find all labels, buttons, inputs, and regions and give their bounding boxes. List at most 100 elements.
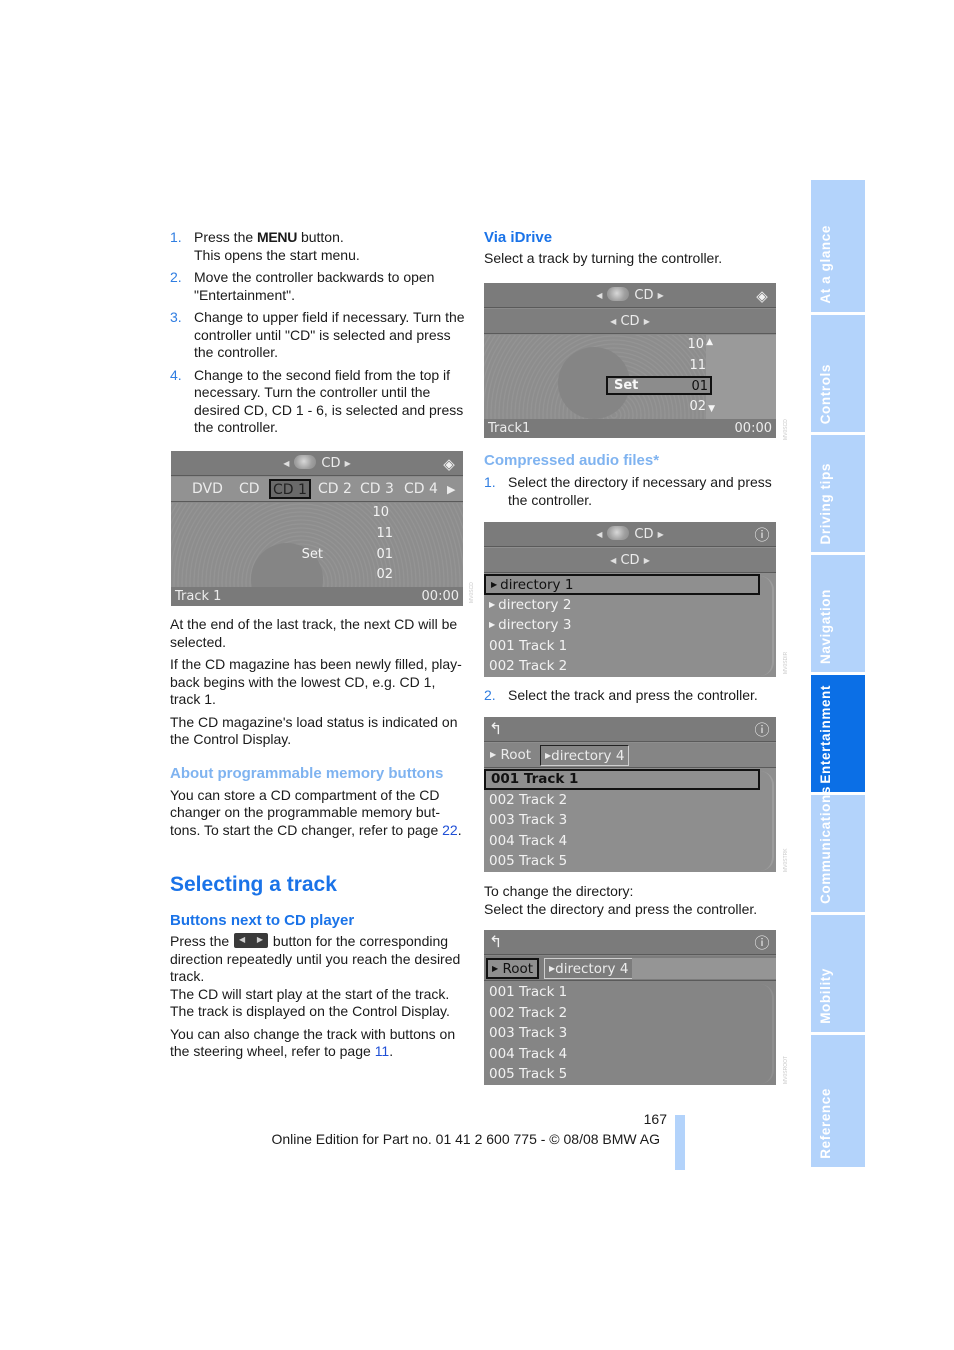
step-2: 2. Move the controller backwards to open… xyxy=(170,269,465,304)
step-text: Select the directory if necessary and pr… xyxy=(508,474,772,508)
tab-cd2[interactable]: CD 2 xyxy=(316,477,354,502)
step-1: 1. Select the directory if necessary and… xyxy=(484,474,784,509)
sub-bar: ◀ CD ▶ xyxy=(484,309,776,334)
list-item[interactable]: 005 Track 5 xyxy=(484,851,760,872)
footer-accent-bar xyxy=(675,1115,685,1170)
sub-title: CD xyxy=(620,314,640,329)
list-item[interactable]: 005 Track 5 xyxy=(484,1064,760,1085)
list-item[interactable]: 002 Track 2 xyxy=(484,1003,760,1024)
step-number: 3. xyxy=(170,309,182,325)
page-link-22[interactable]: 22 xyxy=(442,822,458,838)
left-text-lower: At the end of the last track, the next C… xyxy=(170,616,465,844)
side-tab-controls[interactable]: Controls xyxy=(811,315,865,432)
info-controller-icon: ⓘ xyxy=(754,934,770,952)
wheel-panel xyxy=(706,335,776,419)
status-bar: Track 1 00:00 xyxy=(171,587,463,606)
folder-arrow-icon: ▶ xyxy=(491,580,498,589)
scroll-down-icon: ▼ xyxy=(708,404,715,414)
paragraph: You can also change the track with butto… xyxy=(170,1025,456,1060)
list-item[interactable]: 002 Track 2 xyxy=(484,790,760,811)
breadcrumb: ▶ Root ▶directory 4 xyxy=(484,743,776,768)
status-bar: Track1 00:00 xyxy=(484,419,776,438)
track-wheel-item: 11 xyxy=(689,358,706,373)
screen-title: CD xyxy=(634,527,654,542)
side-tab-at-a-glance[interactable]: At a glance xyxy=(811,180,865,312)
step-2-block: 2. Select the track and press the contro… xyxy=(484,687,784,710)
list-item[interactable]: 004 Track 4 xyxy=(484,1044,760,1065)
step-text: This opens the start menu. xyxy=(194,246,360,263)
tab-cd[interactable]: CD xyxy=(237,477,262,502)
right-column: Via iDrive Select a track by turning the… xyxy=(484,229,784,268)
left-column: 1. Press the MENU button. This opens the… xyxy=(170,229,465,442)
info-controller-icon: ⓘ xyxy=(754,721,770,739)
side-tab-mobility[interactable]: Mobility xyxy=(811,915,865,1032)
track-list: 001 Track 1 002 Track 2 003 Track 3 004 … xyxy=(484,982,760,1085)
paragraph: Select a track by turning the controller… xyxy=(484,250,723,266)
list-item[interactable]: 004 Track 4 xyxy=(484,831,760,852)
tab-cd4[interactable]: CD 4 xyxy=(402,477,440,502)
screen-title: CD xyxy=(634,288,654,303)
time-label: 00:00 xyxy=(734,421,772,436)
breadcrumb-root[interactable]: ▶ Root xyxy=(486,745,535,766)
compressed-section: Compressed audio files* 1. Select the di… xyxy=(484,452,784,514)
tab-cd1[interactable]: CD 1 xyxy=(269,479,311,499)
sub-title: CD xyxy=(620,553,640,568)
list-item[interactable]: ▶ directory 3 xyxy=(484,615,760,636)
list-item[interactable]: 001 Track 1 xyxy=(484,769,760,790)
tab-cd3[interactable]: CD 3 xyxy=(358,477,396,502)
track-wheel-item: 11 xyxy=(376,526,393,541)
paragraph: Select the directory and press the contr… xyxy=(484,900,758,917)
track-wheel-item: 01 xyxy=(376,547,393,562)
info-controller-icon: ⓘ xyxy=(754,526,770,544)
step-text: Change to the second field from the top … xyxy=(194,366,464,436)
breadcrumb-root[interactable]: ▶ Root xyxy=(486,958,540,979)
list-item[interactable]: 001 Track 1 xyxy=(484,636,760,657)
breadcrumb-directory[interactable]: ▶directory 4 xyxy=(540,745,630,766)
sub-bar: ◀ CD ▶ xyxy=(484,548,776,573)
step-2: 2. Select the track and press the contro… xyxy=(484,687,784,705)
paragraph: To change the directory: xyxy=(484,883,634,899)
paragraph: You can store a CD compartment of the CD… xyxy=(170,786,462,838)
list-item[interactable]: 003 Track 3 xyxy=(484,810,760,831)
scrollbar[interactable] xyxy=(760,984,774,1084)
set-label: Set xyxy=(614,378,639,393)
list-item[interactable]: 002 Track 2 xyxy=(484,656,760,677)
side-tab-reference[interactable]: Reference xyxy=(811,1035,865,1167)
list-item[interactable]: ▶ directory 1 xyxy=(484,574,760,595)
paragraph: The track is displayed on the Control Di… xyxy=(170,1003,450,1019)
right-arrow-icon: ▶ xyxy=(657,291,664,300)
selecting-track-section: Selecting a track Buttons next to CD pla… xyxy=(170,872,470,1066)
breadcrumb-directory[interactable]: ▶directory 4 xyxy=(544,958,634,979)
controller-direction-icon: ◈ xyxy=(756,287,768,305)
cd-tabs: DVD CD CD 1 CD 2 CD 3 CD 4 ▶ xyxy=(171,477,463,502)
side-tab-navigation[interactable]: Navigation xyxy=(811,555,865,672)
paragraph: Press the ◀ ▶ button for the correspondin… xyxy=(170,933,461,984)
step-text: Change to upper field if necessary. Turn… xyxy=(194,309,465,360)
back-icon[interactable]: ↰ xyxy=(489,720,502,738)
set-label: Set xyxy=(301,547,323,562)
list-item[interactable]: 003 Track 3 xyxy=(484,1023,760,1044)
paragraph: The CD will start play at the start of t… xyxy=(170,985,450,1002)
track-wheel-item: 10 xyxy=(687,337,704,352)
side-tab-entertainment[interactable]: Entertainment xyxy=(811,675,865,792)
scrollbar[interactable] xyxy=(760,576,774,676)
track-wheel-item: 01 xyxy=(691,379,708,394)
scrollbar[interactable] xyxy=(760,771,774,871)
track-wheel-item: 02 xyxy=(376,567,393,582)
track-label: Track 1 xyxy=(175,589,222,604)
track-list: 001 Track 1 002 Track 2 003 Track 3 004 … xyxy=(484,769,760,872)
back-icon[interactable]: ↰ xyxy=(489,933,502,951)
page-link-11[interactable]: 11 xyxy=(375,1043,390,1059)
list-item[interactable]: 001 Track 1 xyxy=(484,982,760,1003)
memory-buttons-heading: About programmable memory buttons xyxy=(170,764,444,782)
tabs-next-icon[interactable]: ▶ xyxy=(445,477,457,502)
side-tab-communications[interactable]: Communications xyxy=(811,786,865,912)
step-number: 1. xyxy=(484,474,496,490)
tab-dvd[interactable]: DVD xyxy=(190,477,225,502)
step-text: Press the xyxy=(194,229,258,245)
step-number: 1. xyxy=(170,229,182,245)
step-1: 1. Press the MENU button. This opens the… xyxy=(170,229,465,264)
via-idrive-heading: Via iDrive xyxy=(484,229,553,246)
side-tab-driving-tips[interactable]: Driving tips xyxy=(811,435,865,552)
list-item[interactable]: ▶ directory 2 xyxy=(484,595,760,616)
